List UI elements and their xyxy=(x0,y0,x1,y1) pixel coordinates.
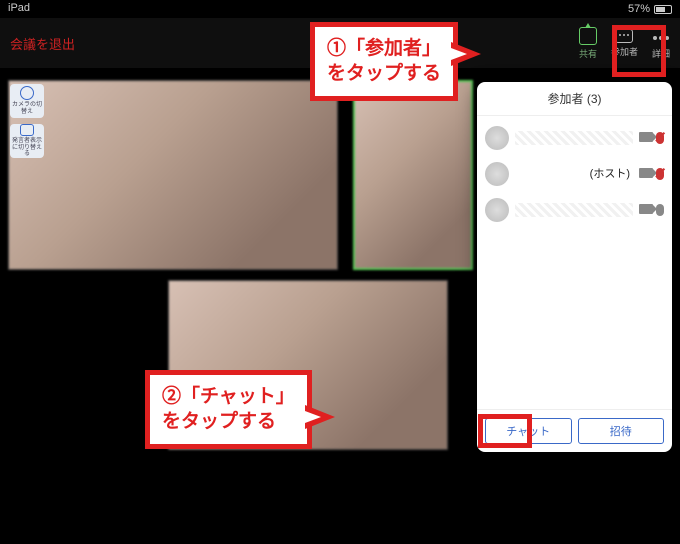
camera-icon xyxy=(639,168,653,178)
speaker-view-button[interactable]: 発言者表示に切り替える xyxy=(10,124,44,158)
battery-pct: 57% xyxy=(628,3,650,15)
participants-panel: 参加者 (3) (ホスト) チャット 招待 xyxy=(477,82,672,452)
mic-muted-icon xyxy=(656,132,664,144)
avatar xyxy=(485,126,509,150)
camera-switch-button[interactable]: カメラの切替え xyxy=(10,84,44,118)
participants-list: (ホスト) xyxy=(477,116,672,409)
avatar xyxy=(485,162,509,186)
share-button[interactable]: 共有 xyxy=(579,27,597,60)
camera-switch-icon xyxy=(20,86,34,100)
ios-statusbar: iPad 57% xyxy=(0,0,680,18)
participants-panel-title: 参加者 (3) xyxy=(477,82,672,116)
participant-row[interactable] xyxy=(477,120,672,156)
participant-row[interactable] xyxy=(477,192,672,228)
video-tile[interactable] xyxy=(353,80,473,270)
callout-tail-icon xyxy=(451,42,481,66)
video-left-controls: カメラの切替え 発言者表示に切り替える xyxy=(10,84,46,158)
invite-button[interactable]: 招待 xyxy=(578,418,665,444)
mic-muted-icon xyxy=(656,168,664,180)
speaker-view-icon xyxy=(20,124,34,136)
participant-name xyxy=(515,131,633,145)
annotation-callout-1: ①「参加者」 をタップする xyxy=(310,22,458,101)
leave-meeting-button[interactable]: 会議を退出 xyxy=(10,34,75,53)
camera-icon xyxy=(639,204,653,214)
annotation-highlight-1 xyxy=(612,25,666,77)
camera-icon xyxy=(639,132,653,142)
annotation-highlight-2 xyxy=(478,414,532,448)
avatar xyxy=(485,198,509,222)
video-tile[interactable] xyxy=(8,80,338,270)
mic-icon xyxy=(656,204,664,216)
participant-name xyxy=(515,203,633,217)
callout-tail-icon xyxy=(305,405,335,429)
share-icon xyxy=(579,27,597,45)
battery-icon xyxy=(654,5,672,14)
annotation-callout-2: ②「チャット」 をタップする xyxy=(145,370,312,449)
participant-row[interactable]: (ホスト) xyxy=(477,156,672,192)
device-label: iPad xyxy=(8,2,30,16)
participant-name: (ホスト) xyxy=(515,167,633,181)
